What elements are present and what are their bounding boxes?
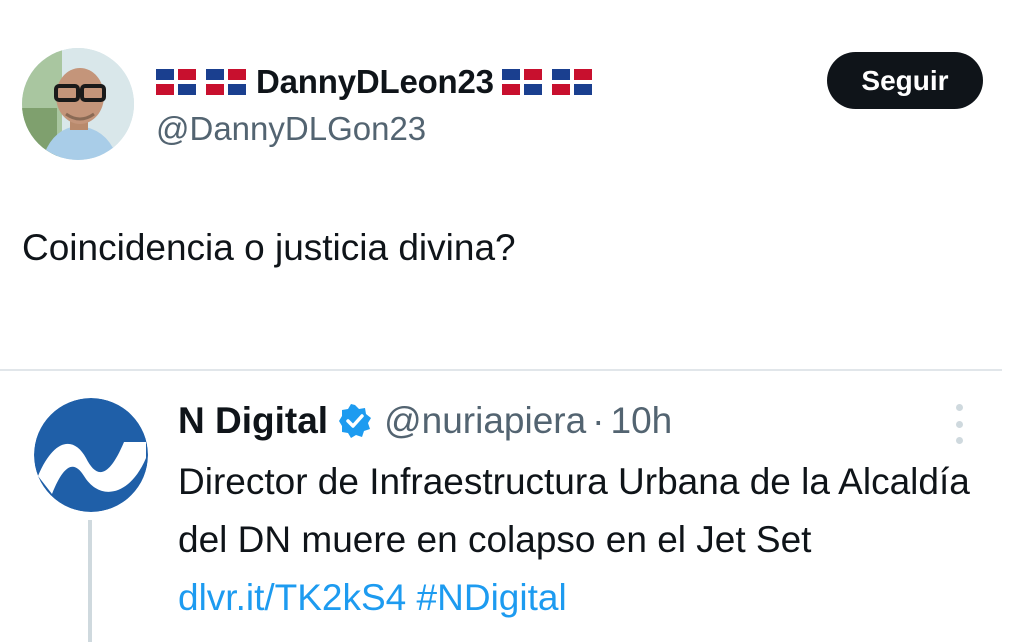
dominican-republic-flag-icon bbox=[501, 69, 542, 95]
post-text: Coincidencia o justicia divina? bbox=[22, 227, 516, 268]
dominican-republic-flag-icon bbox=[156, 69, 196, 95]
quoted-hashtag[interactable]: #NDigital bbox=[417, 577, 567, 618]
quoted-post-text: Director de Infraestructura Urbana de la… bbox=[178, 453, 1008, 627]
quoted-author-handle[interactable]: @nuriapiera bbox=[384, 400, 586, 442]
author-display-name[interactable]: DannyDLeon23 bbox=[256, 63, 494, 101]
author-name-row: DannyDLeon23 bbox=[156, 60, 602, 104]
follow-button[interactable]: Seguir bbox=[827, 52, 983, 109]
author-avatar[interactable] bbox=[22, 48, 134, 160]
quoted-timestamp[interactable]: 10h bbox=[611, 400, 673, 442]
quoted-post-header: N Digital @nuriapiera · 10h bbox=[178, 398, 672, 444]
author-handle[interactable]: @DannyDLGon23 bbox=[156, 110, 426, 148]
verified-badge-icon bbox=[338, 404, 372, 438]
dominican-republic-flag-icon bbox=[551, 69, 592, 95]
ndigital-logo-avatar[interactable] bbox=[34, 398, 148, 512]
quoted-link[interactable]: dlvr.it/TK2kS4 bbox=[178, 577, 406, 618]
dominican-republic-flag-icon bbox=[206, 69, 246, 95]
divider bbox=[0, 369, 1002, 371]
more-options-icon[interactable] bbox=[944, 404, 974, 444]
thread-line bbox=[88, 520, 92, 642]
quoted-text-body: Director de Infraestructura Urbana de la… bbox=[178, 461, 970, 560]
separator-dot: · bbox=[592, 400, 605, 441]
quoted-author-name[interactable]: N Digital bbox=[178, 400, 328, 442]
